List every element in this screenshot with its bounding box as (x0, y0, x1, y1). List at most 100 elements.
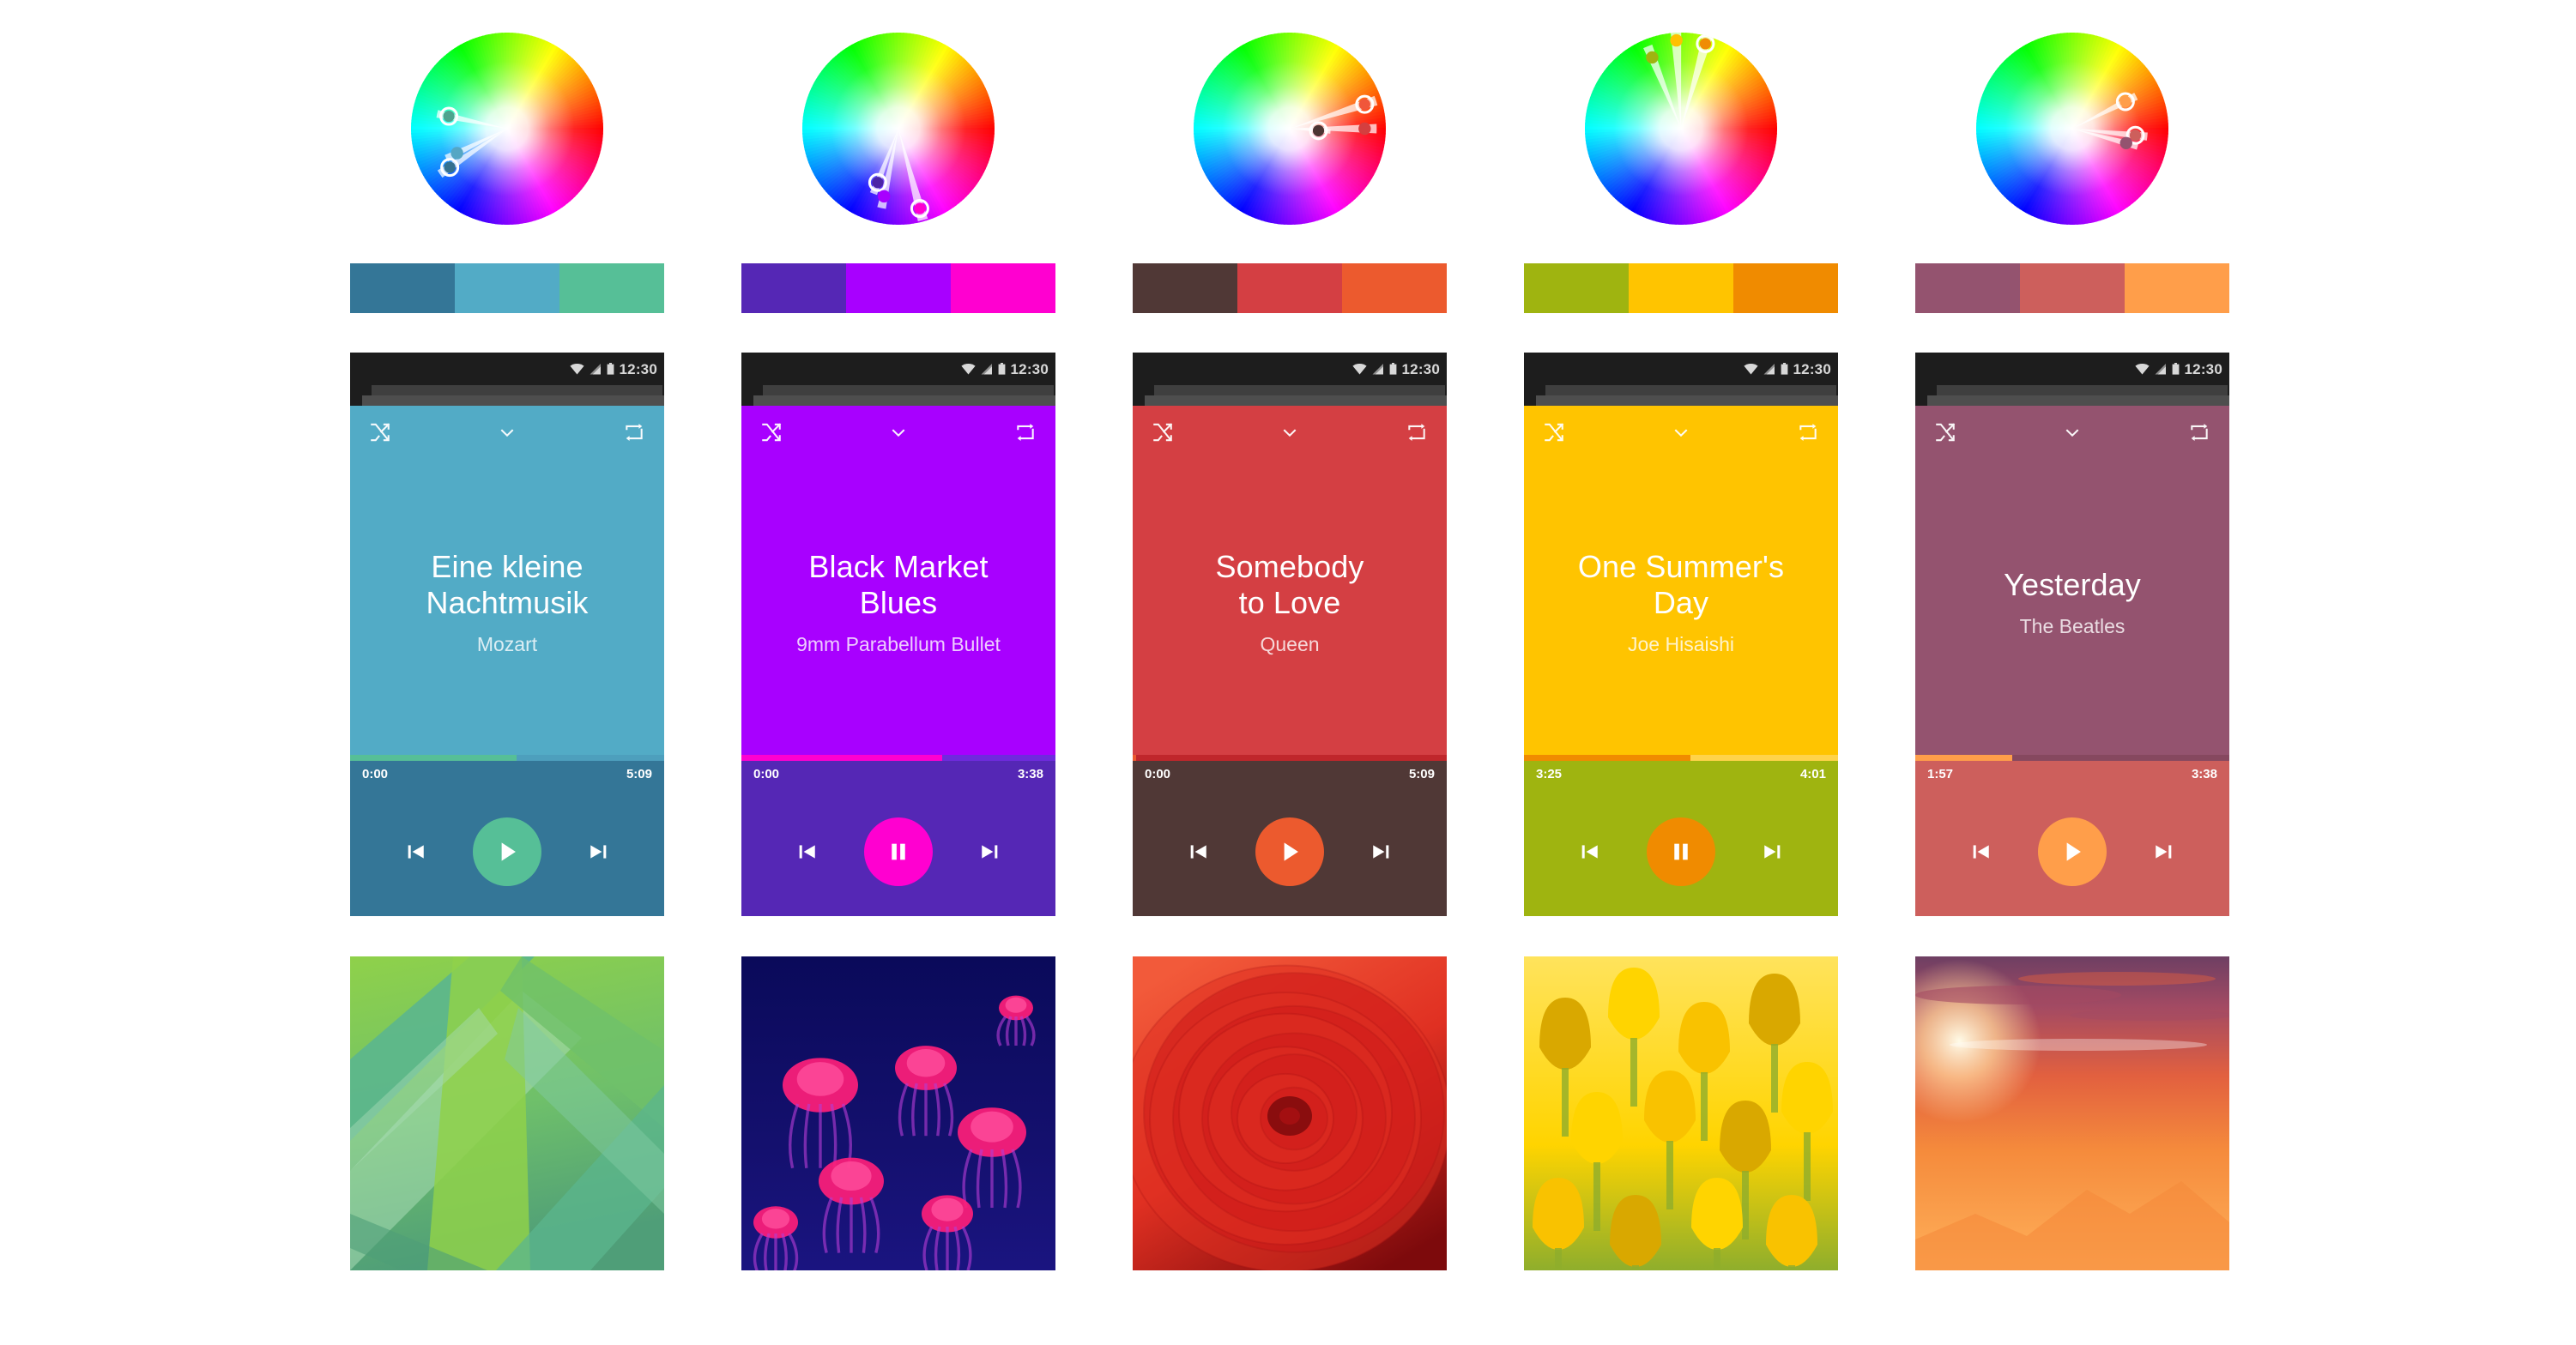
photo-red-rose (1133, 956, 1447, 1270)
shuffle-button[interactable] (1543, 421, 1565, 448)
color-wheel-1[interactable] (404, 26, 610, 232)
status-bar-icons: 12:30 (1743, 353, 1831, 385)
time-elapsed: 0:00 (362, 767, 389, 781)
color-wheel-5[interactable] (1969, 26, 2175, 232)
wheel-marker-3[interactable] (1312, 124, 1325, 136)
wheel-marker-2[interactable] (878, 190, 891, 203)
collapse-button[interactable] (496, 421, 518, 448)
repeat-button[interactable] (623, 421, 645, 448)
chevron-down-icon[interactable] (496, 421, 518, 443)
pause-button[interactable] (1647, 817, 1715, 886)
previous-track-icon (408, 845, 424, 859)
palette-swatch-3[interactable] (2125, 263, 2229, 313)
wheel-marker-2[interactable] (1670, 33, 1683, 47)
shuffle-button[interactable] (1934, 421, 1956, 448)
photo-tile-5 (1915, 956, 2229, 1270)
next-track-button[interactable] (972, 835, 1007, 869)
wheel-marker-1[interactable] (443, 110, 455, 123)
palette-swatch-1[interactable] (350, 263, 455, 313)
wheel-marker-2[interactable] (1358, 122, 1371, 136)
progress-bar[interactable] (350, 755, 664, 761)
shuffle-button[interactable] (760, 421, 783, 448)
color-wheel-analogous-warm-rose[interactable] (1969, 26, 2175, 232)
shuffle-icon[interactable] (1934, 421, 1956, 443)
palette-swatch-1[interactable] (1133, 263, 1237, 313)
repeat-icon[interactable] (1406, 421, 1428, 443)
repeat-button[interactable] (2188, 421, 2210, 448)
wheel-marker-1[interactable] (2119, 95, 2132, 108)
progress-bar[interactable] (1133, 755, 1447, 761)
mockup-board: 12:30 Eine kleine Nachtmusik Mozart 0:00 5:0… (0, 0, 2576, 1345)
repeat-icon[interactable] (2188, 421, 2210, 443)
next-track-button[interactable] (1364, 835, 1398, 869)
previous-track-button[interactable] (1964, 835, 1999, 869)
collapse-button[interactable] (887, 421, 910, 448)
wheel-marker-1[interactable] (1358, 99, 1370, 111)
progress-bar[interactable] (741, 755, 1055, 761)
play-button[interactable] (1255, 817, 1324, 886)
shuffle-icon[interactable] (760, 421, 783, 443)
palette-swatch-2[interactable] (1237, 263, 1342, 313)
collapse-button[interactable] (1279, 421, 1301, 448)
shuffle-icon[interactable] (1152, 421, 1174, 443)
palette-swatch-3[interactable] (1733, 263, 1838, 313)
palette-swatch-2[interactable] (846, 263, 951, 313)
wheel-marker-2[interactable] (450, 147, 463, 160)
repeat-button[interactable] (1406, 421, 1428, 448)
progress-bar[interactable] (1524, 755, 1838, 761)
color-wheel-analogous-violet[interactable] (795, 26, 1001, 232)
pause-button[interactable] (864, 817, 933, 886)
chevron-down-icon[interactable] (1670, 421, 1692, 443)
previous-track-button[interactable] (1573, 835, 1607, 869)
palette-swatch-2[interactable] (455, 263, 559, 313)
cloud-band-2 (2018, 972, 2216, 986)
palette-swatch-1[interactable] (1915, 263, 2020, 313)
color-wheel-analogous-blue[interactable] (404, 26, 610, 232)
palette-swatch-3[interactable] (559, 263, 664, 313)
collapse-button[interactable] (1670, 421, 1692, 448)
previous-track-button[interactable] (790, 835, 825, 869)
progress-bar[interactable] (1915, 755, 2229, 761)
shuffle-button[interactable] (369, 421, 391, 448)
repeat-icon[interactable] (1797, 421, 1819, 443)
photo-tile-3 (1133, 956, 1447, 1270)
shuffle-button[interactable] (1152, 421, 1174, 448)
repeat-button[interactable] (1797, 421, 1819, 448)
palette-swatch-2[interactable] (2020, 263, 2125, 313)
palette-swatch-3[interactable] (951, 263, 1055, 313)
shuffle-icon[interactable] (369, 421, 391, 443)
color-wheel-2[interactable] (795, 26, 1001, 232)
chevron-down-icon[interactable] (1279, 421, 1301, 443)
chevron-down-icon[interactable] (887, 421, 910, 443)
wheel-marker-3[interactable] (1699, 38, 1711, 50)
color-wheel-4[interactable] (1578, 26, 1784, 232)
wheel-marker-3[interactable] (914, 202, 926, 214)
play-button[interactable] (2038, 817, 2107, 886)
wheel-marker-2[interactable] (2129, 130, 2142, 142)
wheel-marker-1[interactable] (872, 177, 884, 189)
repeat-icon[interactable] (623, 421, 645, 443)
palette-swatch-1[interactable] (741, 263, 846, 313)
color-wheel-3[interactable] (1187, 26, 1393, 232)
collapse-button[interactable] (2061, 421, 2083, 448)
palette-swatch-2[interactable] (1629, 263, 1733, 313)
cloud-band-3 (1950, 1039, 2207, 1051)
wheel-marker-1[interactable] (1646, 51, 1659, 64)
wheel-marker-3[interactable] (444, 161, 456, 173)
play-button[interactable] (473, 817, 541, 886)
next-track-button[interactable] (2146, 835, 2180, 869)
repeat-icon[interactable] (1014, 421, 1037, 443)
color-wheel-analogous-yellow[interactable] (1578, 26, 1784, 232)
signal-icon (2155, 363, 2166, 374)
palette-swatch-3[interactable] (1342, 263, 1447, 313)
previous-track-button[interactable] (399, 835, 433, 869)
next-track-button[interactable] (1755, 835, 1789, 869)
next-track-button[interactable] (581, 835, 615, 869)
palette-swatch-1[interactable] (1524, 263, 1629, 313)
previous-track-button[interactable] (1182, 835, 1216, 869)
repeat-button[interactable] (1014, 421, 1037, 448)
wheel-marker-3[interactable] (2119, 136, 2132, 150)
chevron-down-icon[interactable] (2061, 421, 2083, 443)
color-wheel-analogous-red[interactable] (1187, 26, 1393, 232)
shuffle-icon[interactable] (1543, 421, 1565, 443)
